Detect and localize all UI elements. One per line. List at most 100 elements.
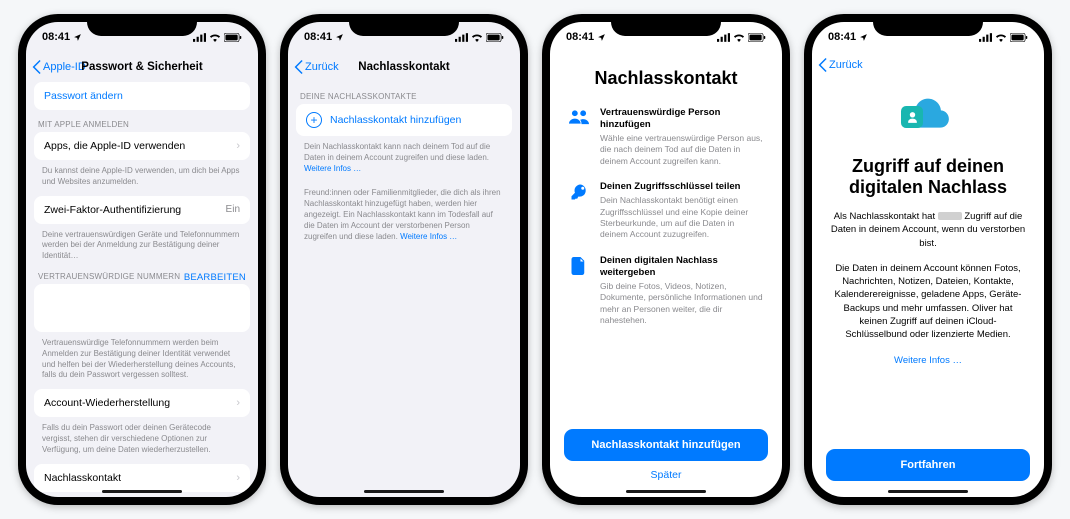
feature-trusted-person: Vertrauenswürdige Person hinzufügen Wähl… (568, 107, 764, 167)
add-legacy-contact-button[interactable]: Nachlasskontakt hinzufügen (564, 429, 768, 461)
legacy-contact-row[interactable]: Nachlasskontakt › (34, 464, 250, 492)
edit-link[interactable]: Bearbeiten (184, 272, 246, 283)
back-button[interactable]: Zurück (294, 60, 339, 74)
chevron-right-icon: › (236, 140, 240, 152)
location-icon (335, 33, 344, 42)
location-icon (73, 33, 82, 42)
add-contact-card: + Nachlasskontakt hinzufügen (296, 104, 512, 136)
legacy-card: Nachlasskontakt › (34, 464, 250, 492)
status-time: 08:41 (42, 31, 82, 43)
wifi-icon (995, 33, 1007, 42)
label: Nachlasskontakt hinzufügen (330, 114, 461, 126)
wifi-icon (733, 33, 745, 42)
content[interactable]: DEINE NACHLASSKONTAKTE + Nachlasskontakt… (288, 82, 520, 497)
feature-pass-legacy: Deinen digitalen Nachlass weitergeben Gi… (568, 255, 764, 327)
continue-button[interactable]: Fortfahren (826, 449, 1030, 481)
trusted-numbers-card[interactable] (34, 284, 250, 332)
notch (349, 14, 459, 36)
add-contact-note: Dein Nachlasskontakt kann nach deinem To… (304, 142, 504, 174)
battery-icon (748, 33, 766, 42)
apps-using-appleid-row[interactable]: Apps, die Apple-ID verwenden › (34, 132, 250, 160)
chevron-right-icon: › (236, 397, 240, 409)
nav-bar: Zurück (812, 52, 1044, 78)
status-icons (455, 33, 504, 42)
notch (87, 14, 197, 36)
value: Ein (226, 204, 240, 215)
screen: 08:41 Nachlasskontakt Vertrauenswürdige … (550, 22, 782, 497)
document-icon (568, 255, 590, 327)
screen: 08:41 Zurück Nachlasskontakt DEINE NACHL… (288, 22, 520, 497)
account-recovery-row[interactable]: Account-Wiederherstellung › (34, 389, 250, 417)
label: Account-Wiederherstellung (44, 397, 170, 409)
feature-heading: Deinen digitalen Nachlass weitergeben (600, 255, 764, 279)
more-info-link[interactable]: Weitere Infos … (304, 164, 361, 173)
recovery-note: Falls du dein Passwort oder deinen Gerät… (42, 423, 242, 455)
notch (873, 14, 983, 36)
feature-share-key: Deinen Zugriffsschlüssel teilen Dein Nac… (568, 181, 764, 241)
change-password-row[interactable]: Passwort ändern (34, 82, 250, 110)
status-icons (717, 33, 766, 42)
chevron-left-icon (32, 60, 41, 74)
signal-icon (193, 33, 206, 42)
screen: 08:41 Zurück Z (812, 22, 1044, 497)
status-time: 08:41 (566, 31, 606, 43)
shared-contacts-note: Freund:innen oder Familienmitglieder, di… (304, 188, 504, 242)
chevron-right-icon: › (236, 472, 240, 484)
phone-legacy-intro: 08:41 Nachlasskontakt Vertrauenswürdige … (542, 14, 790, 505)
notch (611, 14, 721, 36)
section-header-contacts: DEINE NACHLASSKONTAKTE (300, 92, 508, 101)
change-password-card: Passwort ändern (34, 82, 250, 110)
location-icon (597, 33, 606, 42)
content[interactable]: Nachlasskontakt Vertrauenswürdige Person… (550, 52, 782, 419)
label: VERTRAUENSWÜRDIGE NUMMERN (38, 272, 180, 281)
status-time: 08:41 (304, 31, 344, 43)
feature-body: Gib deine Fotos, Videos, Notizen, Dokume… (600, 281, 764, 327)
content[interactable]: Passwort ändern MIT APPLE ANMELDEN Apps,… (26, 82, 258, 497)
chevron-left-icon (294, 60, 303, 74)
feature-body: Dein Nachlasskontakt benötigt einen Zugr… (600, 195, 764, 241)
nav-bar: Zurück Nachlasskontakt (288, 52, 520, 82)
feature-heading: Deinen Zugriffsschlüssel teilen (600, 181, 764, 193)
person-badge-icon (901, 106, 923, 128)
content[interactable]: Zugriff auf deinen digitalen Nachlass Al… (812, 78, 1044, 439)
redacted-name (938, 212, 962, 220)
label: Zwei-Faktor-Authentifizierung (44, 204, 181, 216)
add-legacy-contact-row[interactable]: + Nachlasskontakt hinzufügen (296, 104, 512, 136)
recovery-card: Account-Wiederherstellung › (34, 389, 250, 417)
bottom-actions: Fortfahren (812, 439, 1044, 497)
apps-note: Du kannst deine Apple-ID verwenden, um d… (42, 166, 242, 188)
wifi-icon (471, 33, 483, 42)
twofa-note: Deine vertrauenswürdigen Geräte und Tele… (42, 230, 242, 262)
signal-icon (979, 33, 992, 42)
twofa-row[interactable]: Zwei-Faktor-Authentifizierung Ein (34, 196, 250, 224)
apps-card: Apps, die Apple-ID verwenden › (34, 132, 250, 160)
signal-icon (717, 33, 730, 42)
battery-icon (486, 33, 504, 42)
twofa-card: Zwei-Faktor-Authentifizierung Ein (34, 196, 250, 224)
more-info-link[interactable]: Weitere Infos … (400, 232, 457, 241)
chevron-left-icon (818, 58, 827, 72)
bottom-actions: Nachlasskontakt hinzufügen Später (550, 419, 782, 497)
hero-title: Nachlasskontakt (568, 68, 764, 89)
nav-bar: Apple-ID Passwort & Sicherheit (26, 52, 258, 82)
phone-legacy-list: 08:41 Zurück Nachlasskontakt DEINE NACHL… (280, 14, 528, 505)
more-info-link[interactable]: Weitere Infos … (830, 354, 1026, 367)
back-button[interactable]: Apple-ID (32, 60, 86, 74)
status-time: 08:41 (828, 31, 868, 43)
body-paragraph-1: Als Nachlasskontakt hat Zugriff auf die … (830, 210, 1026, 250)
label: Passwort ändern (44, 90, 123, 102)
later-link[interactable]: Später (564, 469, 768, 481)
back-button[interactable]: Zurück (818, 58, 863, 72)
home-indicator (626, 490, 706, 494)
battery-icon (1010, 33, 1028, 42)
home-indicator (102, 490, 182, 494)
phone-legacy-access: 08:41 Zurück Z (804, 14, 1052, 505)
battery-icon (224, 33, 242, 42)
hero-title: Zugriff auf deinen digitalen Nachlass (830, 156, 1026, 198)
section-header-trusted: VERTRAUENSWÜRDIGE NUMMERN Bearbeiten (38, 272, 246, 281)
status-icons (193, 33, 242, 42)
label: Nachlasskontakt (44, 472, 121, 484)
back-label: Zurück (305, 61, 339, 73)
screen: 08:41 Apple-ID Passwort & Sicherheit Pas… (26, 22, 258, 497)
body-paragraph-2: Die Daten in deinem Account können Fotos… (830, 262, 1026, 342)
